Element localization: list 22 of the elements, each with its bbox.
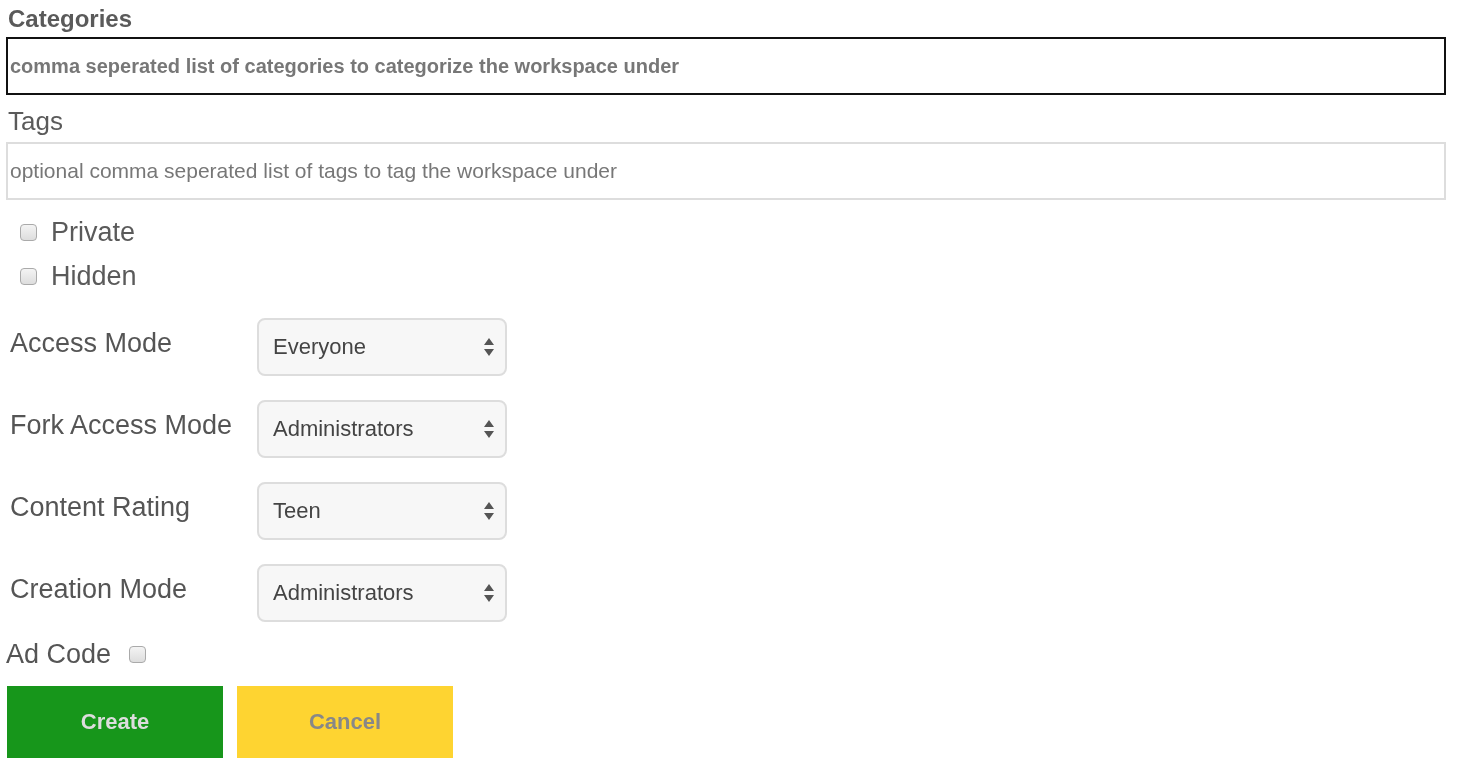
tags-label: Tags — [7, 105, 64, 138]
categories-label: Categories — [7, 4, 134, 34]
dropdown-select[interactable]: Teen — [257, 482, 507, 540]
categories-input[interactable]: comma seperated list of categories to categorize the workspace under — [6, 37, 1446, 95]
checkbox[interactable] — [20, 267, 37, 285]
field-label: Access Mode — [10, 327, 174, 359]
checkbox-label: Hidden — [51, 260, 137, 292]
field-label: Fork Access Mode — [10, 409, 234, 441]
ad-code-checkbox[interactable] — [129, 645, 147, 663]
dropdown-select[interactable]: Everyone — [257, 318, 507, 376]
dropdown-select[interactable]: Administrators — [257, 564, 507, 622]
checkbox-label: Private — [51, 216, 136, 248]
field-label: Content Rating — [10, 491, 192, 523]
sort-arrows-icon — [483, 337, 495, 357]
tags-input[interactable]: optional comma seperated list of tags to tag the workspace under — [6, 142, 1446, 200]
sort-arrows-icon — [483, 501, 495, 521]
sort-arrows-icon — [483, 419, 495, 439]
ad-code-label: Ad Code — [6, 638, 112, 670]
field-label: Creation Mode — [10, 573, 189, 605]
checkbox[interactable] — [20, 223, 37, 241]
dropdown-select[interactable]: Administrators — [257, 400, 507, 458]
sort-arrows-icon — [483, 583, 495, 603]
